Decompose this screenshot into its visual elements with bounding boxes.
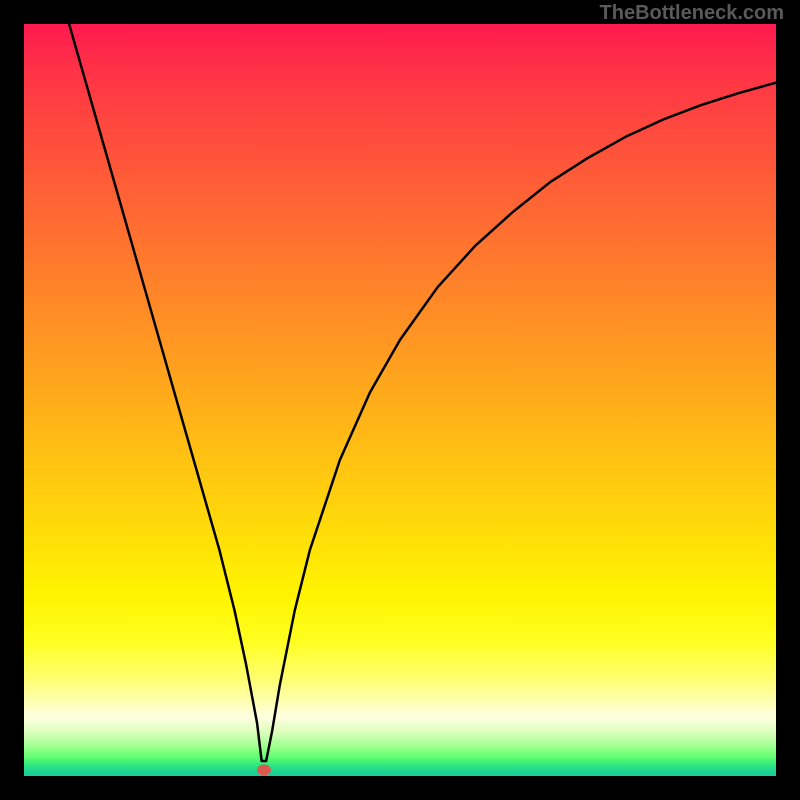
watermark-text: TheBottleneck.com — [600, 2, 784, 25]
plot-area — [24, 24, 776, 776]
optimal-point-marker — [257, 764, 271, 775]
chart-container: TheBottleneck.com — [0, 0, 800, 800]
bottleneck-curve — [24, 24, 776, 776]
